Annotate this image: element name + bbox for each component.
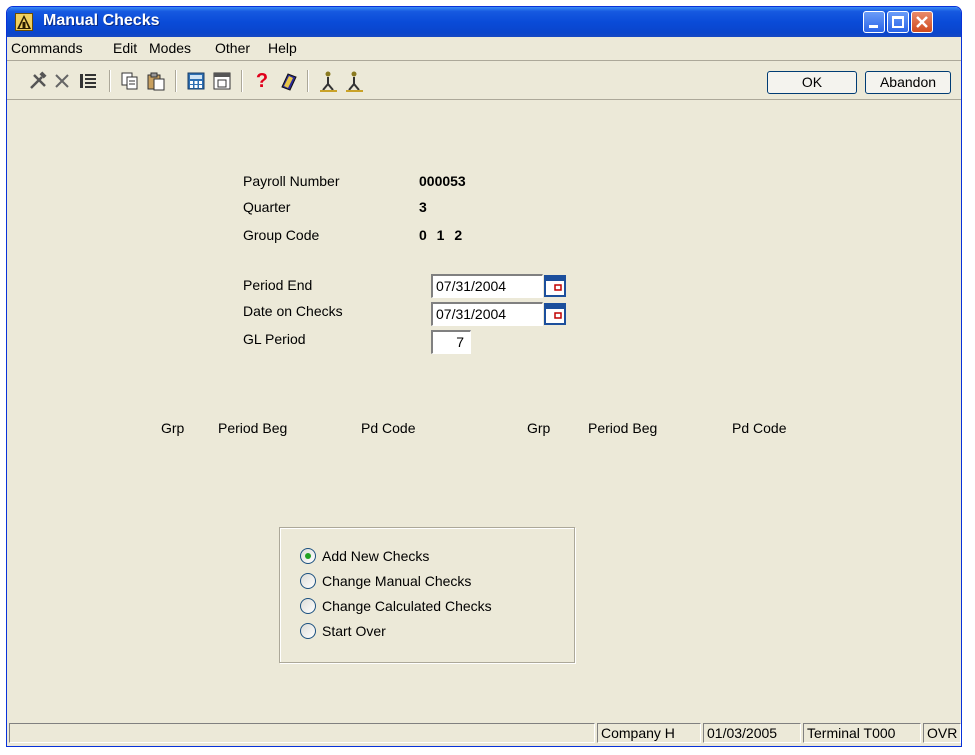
paste-icon[interactable] <box>145 70 167 92</box>
gl-period-field[interactable]: 7 <box>431 330 471 354</box>
toolbar-separator <box>175 70 177 92</box>
column-header-period-beg: Period Beg <box>218 420 288 436</box>
menu-other[interactable]: Other <box>215 40 250 56</box>
person-icon-2[interactable] <box>343 70 365 92</box>
date-on-checks-field[interactable]: 07/31/2004 <box>431 302 543 326</box>
close-button[interactable] <box>911 11 933 33</box>
option-add-new-checks[interactable]: Add New Checks <box>300 546 429 566</box>
radio-button[interactable] <box>300 598 316 614</box>
main-window: Manual Checks Commands Edit Modes Other … <box>6 6 962 747</box>
toolbar-separator <box>109 70 111 92</box>
status-message-panel <box>9 723 595 743</box>
calendar-picker-button[interactable] <box>544 275 566 297</box>
abandon-button[interactable]: Abandon <box>865 71 951 94</box>
column-header-grp-2: Grp <box>527 420 551 436</box>
column-header-pd-code-2: Pd Code <box>732 420 787 436</box>
date-on-checks-label: Date on Checks <box>243 303 343 319</box>
payroll-number-value: 000053 <box>419 173 466 189</box>
radio-button-selected[interactable] <box>300 548 316 564</box>
option-start-over[interactable]: Start Over <box>300 621 386 641</box>
column-header-period-beg-2: Period Beg <box>588 420 658 436</box>
quarter-label: Quarter <box>243 199 291 215</box>
status-bar: Company H 01/03/2005 Terminal T000 OVR <box>7 721 961 745</box>
calendar-icon <box>544 275 566 297</box>
column-header-pd-code: Pd Code <box>361 420 416 436</box>
help-question-icon[interactable]: ? <box>251 70 273 92</box>
window-title: Manual Checks <box>43 12 160 29</box>
calendar-picker-button[interactable] <box>544 303 566 325</box>
calendar-icon <box>544 303 566 325</box>
option-change-calculated-checks[interactable]: Change Calculated Checks <box>300 596 492 616</box>
minimize-icon <box>869 25 878 28</box>
group-code-label: Group Code <box>243 227 320 243</box>
payroll-number-label: Payroll Number <box>243 173 340 189</box>
calculator-icon[interactable] <box>185 70 207 92</box>
option-label: Add New Checks <box>322 548 430 564</box>
check-options-group: Add New Checks Change Manual Checks Chan… <box>279 527 575 663</box>
calendar-icon[interactable] <box>211 70 233 92</box>
minimize-button[interactable] <box>863 11 885 33</box>
quarter-value: 3 <box>419 199 427 215</box>
column-header-grp: Grp <box>161 420 185 436</box>
delete-x-icon[interactable] <box>51 70 73 92</box>
status-company: Company H <box>597 723 701 743</box>
radio-button[interactable] <box>300 623 316 639</box>
toolbar-separator <box>241 70 243 92</box>
maximize-icon <box>892 16 904 28</box>
menu-help[interactable]: Help <box>268 40 297 56</box>
radio-button[interactable] <box>300 573 316 589</box>
title-bar[interactable]: Manual Checks <box>7 7 961 37</box>
option-change-manual-checks[interactable]: Change Manual Checks <box>300 571 471 591</box>
ok-button[interactable]: OK <box>767 71 857 94</box>
gl-period-label: GL Period <box>243 331 306 347</box>
period-end-field[interactable]: 07/31/2004 <box>431 274 543 298</box>
status-mode: OVR <box>923 723 961 743</box>
question-mark-glyph: ? <box>255 70 269 92</box>
option-label: Start Over <box>322 623 386 639</box>
menu-commands[interactable]: Commands <box>11 40 83 56</box>
book-icon[interactable] <box>277 70 299 92</box>
menu-modes[interactable]: Modes <box>149 40 191 56</box>
menu-edit[interactable]: Edit <box>113 40 137 56</box>
option-label: Change Manual Checks <box>322 573 472 589</box>
close-icon <box>916 16 928 28</box>
app-icon <box>15 13 33 31</box>
status-date: 01/03/2005 <box>703 723 801 743</box>
list-icon[interactable] <box>77 70 99 92</box>
maximize-button[interactable] <box>887 11 909 33</box>
period-end-label: Period End <box>243 277 313 293</box>
status-terminal: Terminal T000 <box>803 723 921 743</box>
menu-bar: Commands Edit Modes Other Help <box>7 37 961 61</box>
option-label: Change Calculated Checks <box>322 598 492 614</box>
copy-icon[interactable] <box>119 70 141 92</box>
toolbar: ? OK Abandon <box>7 62 961 100</box>
toolbar-separator <box>307 70 309 92</box>
group-code-value: 0 1 2 <box>419 227 463 243</box>
person-icon[interactable] <box>317 70 339 92</box>
tools-icon[interactable] <box>27 70 49 92</box>
